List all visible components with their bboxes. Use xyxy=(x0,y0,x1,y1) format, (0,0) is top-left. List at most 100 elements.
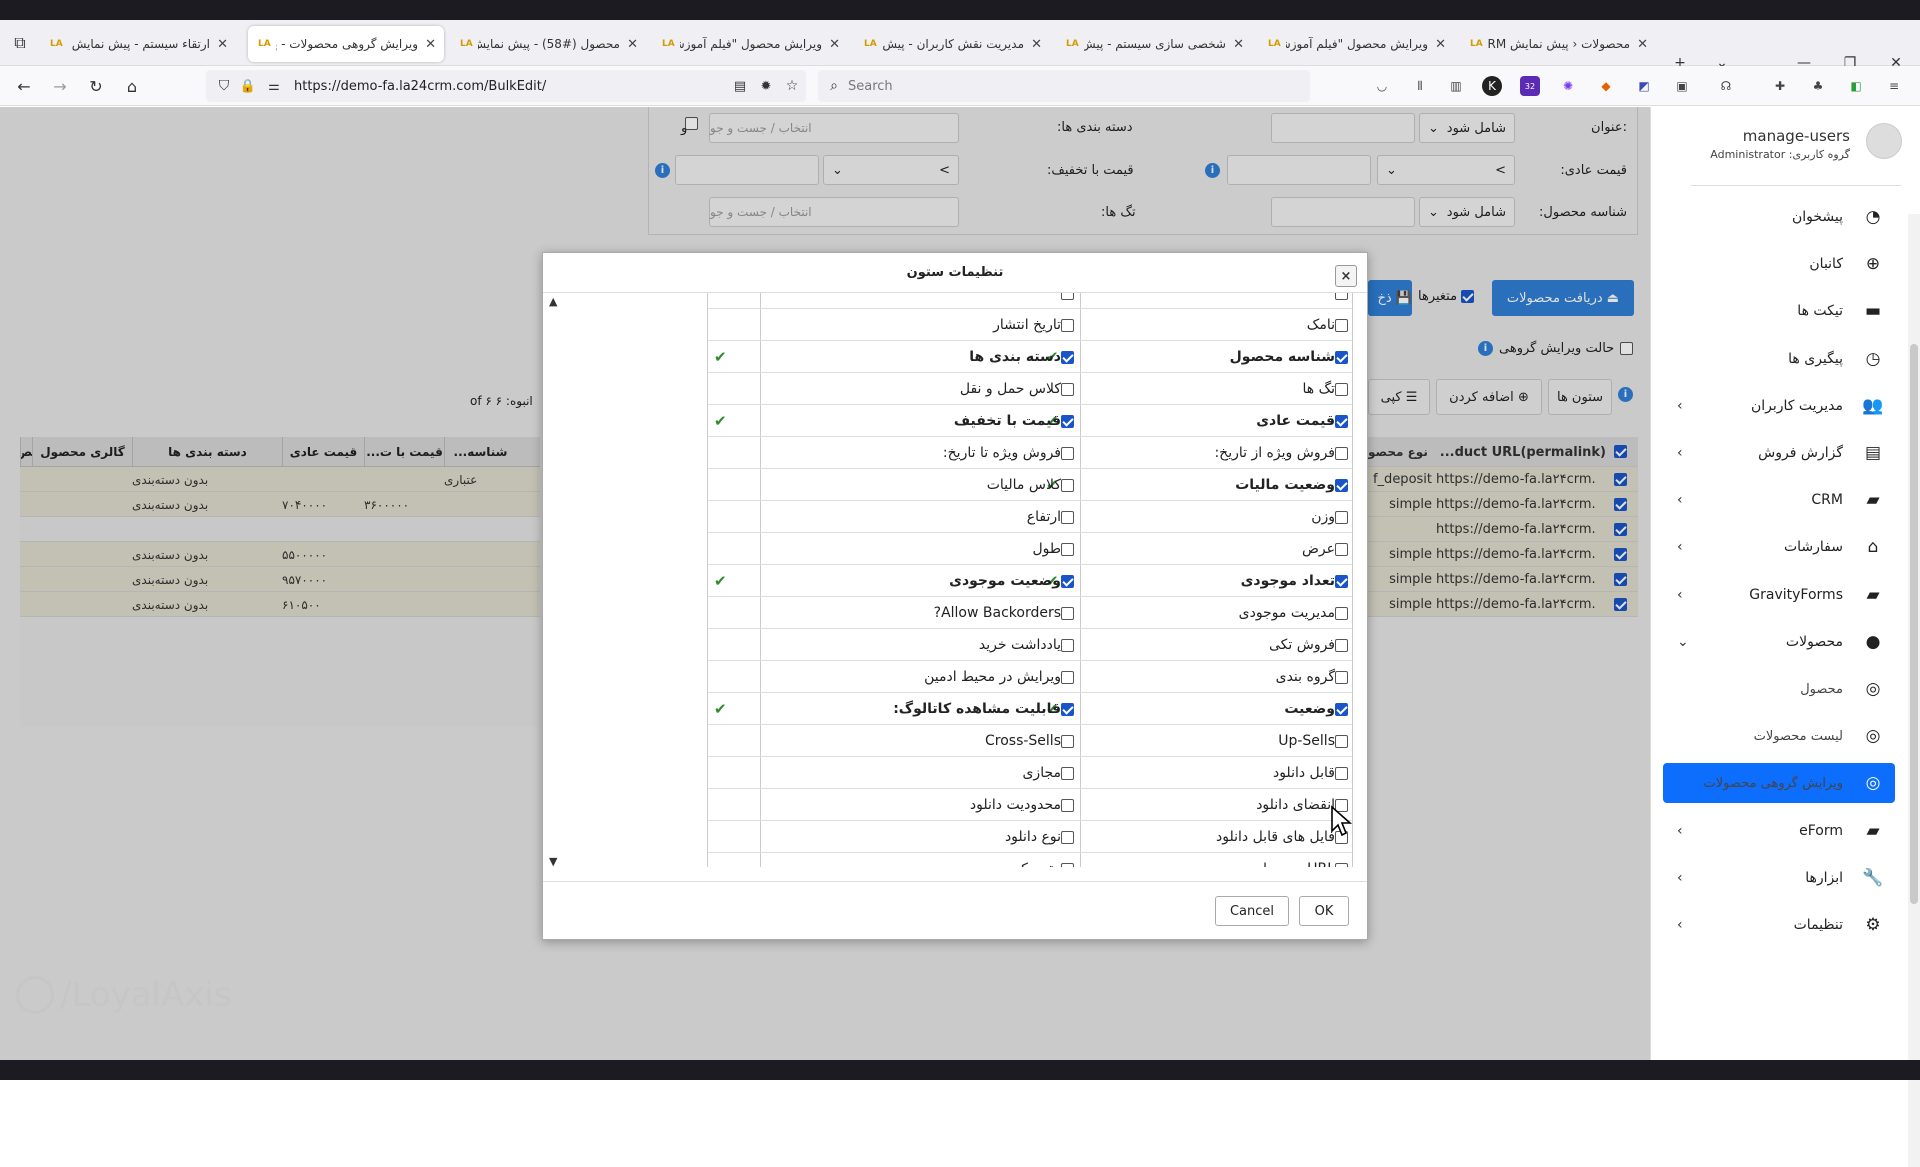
tab-2[interactable]: LA محصول (#58) - پیش نمایش ✕ xyxy=(450,26,646,62)
sidebar-item-2[interactable]: تیکت ها ▬ xyxy=(1663,291,1895,331)
column-option-2-right[interactable]: شناسه محصول xyxy=(1078,341,1348,373)
back-icon[interactable]: ← xyxy=(12,74,36,98)
column-option-14-right[interactable]: Up-Sells xyxy=(1078,725,1348,757)
column-option-15-right[interactable]: قابل دانلود xyxy=(1078,757,1348,789)
extension-k-icon[interactable]: K xyxy=(1482,76,1502,96)
column-option-3-right[interactable]: تگ ها xyxy=(1078,373,1348,405)
sidebar-item-4[interactable]: مدیریت کاربران 👥 ‹ xyxy=(1663,386,1895,426)
column-checkbox[interactable] xyxy=(1335,293,1348,300)
column-option-13-right[interactable]: وضعیت xyxy=(1078,693,1348,725)
column-option-17-right[interactable]: فایل های قابل دانلود xyxy=(1078,821,1348,853)
extension-green-icon[interactable]: ◧ xyxy=(1846,76,1866,96)
column-checkbox[interactable] xyxy=(1335,478,1348,492)
column-option-18-left[interactable]: متن دکمه xyxy=(774,853,1074,867)
column-checkbox[interactable] xyxy=(1335,510,1348,524)
sidebar-item-11[interactable]: لیست محصولات ◎ xyxy=(1663,716,1895,756)
sidebar-item-8[interactable]: GravityForms ▰ ‹ xyxy=(1663,575,1895,615)
tab-close-icon[interactable]: ✕ xyxy=(1435,37,1446,52)
column-checkbox[interactable] xyxy=(1061,478,1074,492)
sidebar-item-1[interactable]: کانبان ⊕ xyxy=(1663,244,1895,284)
sidebar-item-10[interactable]: محصول ◎ xyxy=(1663,669,1895,709)
sidebar-item-14[interactable]: ابزارها 🔧 ‹ xyxy=(1663,858,1895,898)
column-checkbox[interactable] xyxy=(1061,318,1074,332)
column-checkbox[interactable] xyxy=(1061,414,1074,428)
column-checkbox[interactable] xyxy=(1061,446,1074,460)
column-checkbox[interactable] xyxy=(1335,702,1348,716)
column-checkbox[interactable] xyxy=(1335,382,1348,396)
column-option-10-left[interactable]: Allow Backorders? xyxy=(774,597,1074,629)
tab-close-icon[interactable]: ✕ xyxy=(829,37,840,52)
chevron-left-icon[interactable]: ‹ xyxy=(1677,398,1683,414)
tab-close-icon[interactable]: ✕ xyxy=(217,37,228,52)
chevron-left-icon[interactable]: ‹ xyxy=(1677,917,1683,933)
column-checkbox[interactable] xyxy=(1335,446,1348,460)
column-option-3-left[interactable]: کلاس حمل و نقل xyxy=(774,373,1074,405)
column-option-15-left[interactable]: مجازی xyxy=(774,757,1074,789)
column-option-4-right[interactable]: قیمت عادی xyxy=(1078,405,1348,437)
column-option-0-right[interactable] xyxy=(1078,293,1348,309)
sidebar-item-5[interactable]: گزارش فروش ▤ ‹ xyxy=(1663,433,1895,473)
cancel-button[interactable]: Cancel xyxy=(1215,896,1289,926)
column-checkbox[interactable] xyxy=(1335,574,1348,588)
extension-headset-icon[interactable]: ☊ xyxy=(1716,76,1736,96)
chevron-left-icon[interactable]: ‹ xyxy=(1677,587,1683,603)
extension-bug-icon[interactable]: ✹ xyxy=(754,74,778,98)
avatar[interactable] xyxy=(1866,123,1902,159)
tab-7[interactable]: LA محصولات ‹ پیش نمایش CRM ✕ xyxy=(1460,26,1656,62)
column-option-12-right[interactable]: گروه بندی xyxy=(1078,661,1348,693)
bookmark-star-icon[interactable]: ☆ xyxy=(780,74,804,98)
ok-button[interactable]: OK xyxy=(1299,896,1349,926)
sidebar-item-3[interactable]: پیگیری ها ◷ xyxy=(1663,339,1895,379)
column-checkbox[interactable] xyxy=(1061,702,1074,716)
tab-close-icon[interactable]: ✕ xyxy=(425,37,436,52)
extension-screen-icon[interactable]: ▣ xyxy=(1672,76,1692,96)
column-option-11-left[interactable]: یادداشت خرید xyxy=(774,629,1074,661)
column-option-9-left[interactable]: وضعیت موجودی xyxy=(774,565,1074,597)
tab-4[interactable]: LA مدیریت نقش کاربران - پیش ✕ xyxy=(854,26,1050,62)
chevron-down-icon[interactable]: ⌄ xyxy=(1677,634,1689,650)
column-option-16-right[interactable]: انقضای دانلود xyxy=(1078,789,1348,821)
sidebar-item-12[interactable]: ویرایش گروهی محصولات ◎ xyxy=(1663,763,1895,804)
column-checkbox[interactable] xyxy=(1061,862,1074,867)
column-checkbox[interactable] xyxy=(1061,350,1074,364)
page-scrollbar[interactable] xyxy=(1908,214,1920,1167)
tab-3[interactable]: LA ویرایش محصول "فیلم آموزشی پ ✕ xyxy=(652,26,848,62)
pocket-icon[interactable]: ◡ xyxy=(1372,76,1392,96)
chevron-left-icon[interactable]: ‹ xyxy=(1677,445,1683,461)
column-checkbox[interactable] xyxy=(1335,542,1348,556)
tab-close-icon[interactable]: ✕ xyxy=(1233,37,1244,52)
scroll-down-icon[interactable]: ▼ xyxy=(549,855,557,868)
search-input[interactable]: ⌕ Search xyxy=(818,70,1310,102)
scroll-up-icon[interactable]: ▲ xyxy=(549,295,557,308)
column-option-11-right[interactable]: فروش تکی xyxy=(1078,629,1348,661)
home-icon[interactable]: ⌂ xyxy=(120,74,144,98)
column-option-14-left[interactable]: Cross-Sells xyxy=(774,725,1074,757)
column-checkbox[interactable] xyxy=(1061,293,1074,300)
column-option-4-left[interactable]: قیمت با تخفیف xyxy=(774,405,1074,437)
column-option-0-left[interactable] xyxy=(774,293,1074,309)
tab-1[interactable]: LA ویرایش گروهی محصولات - پیش ✕ xyxy=(248,26,444,62)
forward-icon[interactable]: → xyxy=(48,74,72,98)
column-checkbox[interactable] xyxy=(1061,606,1074,620)
reader-view-icon[interactable]: ▤ xyxy=(728,74,752,98)
shield-icon[interactable]: ⛉ xyxy=(212,74,236,98)
column-checkbox[interactable] xyxy=(1061,542,1074,556)
column-checkbox[interactable] xyxy=(1335,606,1348,620)
column-checkbox[interactable] xyxy=(1061,830,1074,844)
column-checkbox[interactable] xyxy=(1061,574,1074,588)
column-checkbox[interactable] xyxy=(1335,670,1348,684)
tab-close-icon[interactable]: ✕ xyxy=(627,37,638,52)
column-option-1-left[interactable]: تاریخ انتشار xyxy=(774,309,1074,341)
column-checkbox[interactable] xyxy=(1061,798,1074,812)
column-option-9-right[interactable]: تعداد موجودی xyxy=(1078,565,1348,597)
tab-close-icon[interactable]: ✕ xyxy=(1637,37,1648,52)
library-icon[interactable]: ⫴ xyxy=(1410,76,1430,96)
column-option-8-right[interactable]: عرض xyxy=(1078,533,1348,565)
extension-chart-icon[interactable]: ◩ xyxy=(1634,76,1654,96)
column-option-7-right[interactable]: وزن xyxy=(1078,501,1348,533)
column-checkbox[interactable] xyxy=(1335,638,1348,652)
chevron-left-icon[interactable]: ‹ xyxy=(1677,870,1683,886)
extension-badge-icon[interactable]: 32 xyxy=(1520,76,1540,96)
sidebar-item-7[interactable]: سفارشات ⌂ ‹ xyxy=(1663,527,1895,567)
tab-overview-icon[interactable]: ⧉ xyxy=(8,31,32,55)
